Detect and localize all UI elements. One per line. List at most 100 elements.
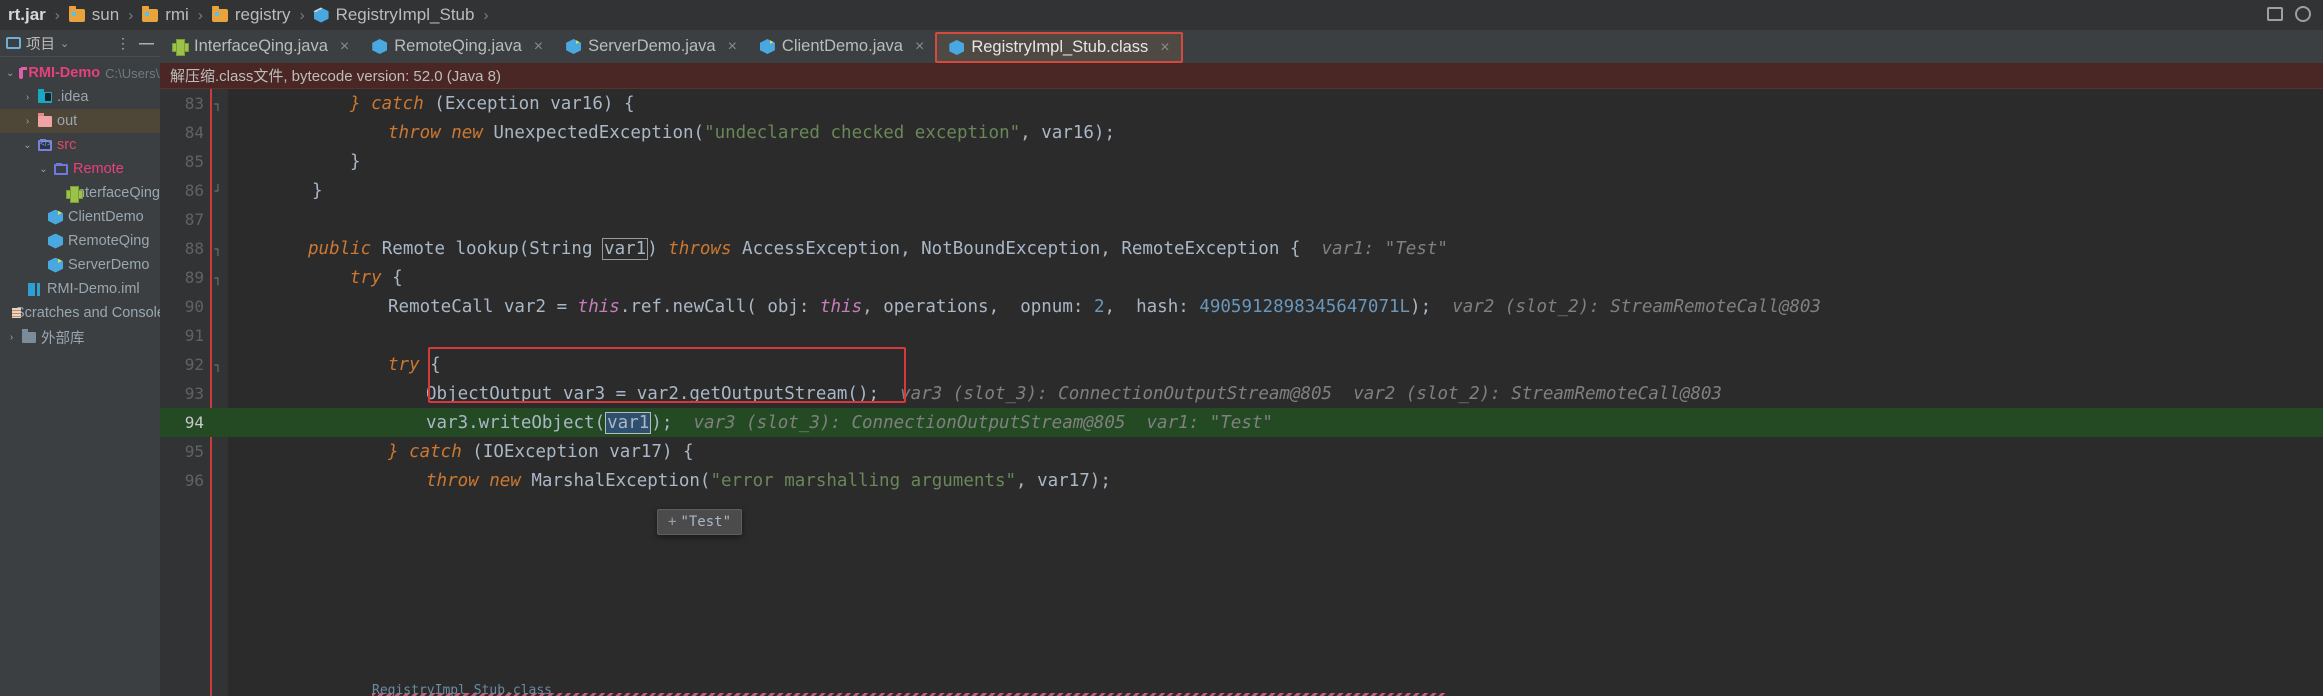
line-number: 96 [184, 471, 204, 490]
line-number: 87 [184, 210, 204, 229]
code-variable-boxed: var1 [602, 237, 649, 260]
line-number: 90 [184, 297, 204, 316]
tree-node-label: RMI-Demo [28, 65, 101, 81]
code-line: 91 [160, 321, 2323, 350]
gear-icon[interactable] [2295, 6, 2311, 22]
code-line: 96 throw new MarshalException("error mar… [160, 466, 2323, 495]
tree-node-src[interactable]: ⌄ src [0, 133, 160, 157]
debug-value-tooltip[interactable]: + "Test" [657, 509, 743, 535]
code-text: , var17); [1016, 470, 1111, 491]
code-variable-selected[interactable]: var1 [605, 411, 652, 434]
tree-node-label: ClientDemo [68, 209, 144, 225]
chevron-right-icon[interactable]: › [22, 116, 33, 127]
code-line: 84 throw new UnexpectedException("undecl… [160, 118, 2323, 147]
project-tree: ⌄ RMI-Demo C:\Users\Admin › .idea › out … [0, 57, 196, 349]
tab-serverdemo-java[interactable]: ServerDemo.java × [554, 30, 748, 63]
line-number: 86 [184, 181, 204, 200]
code-line: 83 ┐ } catch (Exception var16) { [160, 89, 2323, 118]
code-keyword: } catch [388, 441, 473, 462]
chevron-down-icon[interactable]: ⌄ [6, 68, 14, 79]
tree-node-serverdemo[interactable]: ServerDemo [0, 253, 160, 277]
fold-marker[interactable]: ┘ [210, 184, 226, 198]
tree-node-rmi-demo[interactable]: ⌄ RMI-Demo C:\Users\Admin [0, 61, 196, 85]
code-line: 90 RemoteCall var2 = this.ref.newCall( o… [160, 292, 2323, 321]
close-icon[interactable]: × [1160, 39, 1169, 57]
maximize-icon[interactable] [2267, 7, 2283, 21]
tab-label: ClientDemo.java [781, 37, 903, 55]
line-number: 84 [184, 123, 204, 142]
editor-tabs: InterfaceQing.java × RemoteQing.java × S… [160, 30, 2323, 63]
tree-node-idea[interactable]: › .idea [0, 85, 160, 109]
tree-node-interfaceqing[interactable]: InterfaceQing [0, 181, 160, 205]
breadcrumb-item-registryimpl-stub[interactable]: RegistryImpl_Stub [313, 5, 475, 25]
tab-label: RegistryImpl_Stub.class [971, 38, 1149, 56]
breadcrumb-separator: › [299, 6, 305, 24]
close-icon[interactable]: × [728, 38, 737, 56]
code-number: 4905912898345647071L [1199, 296, 1411, 317]
breadcrumb-item-registry[interactable]: registry [211, 5, 291, 25]
runnable-class-icon [48, 257, 63, 273]
tree-node-label: RMI-Demo.iml [47, 281, 140, 297]
folder-idea-icon [38, 88, 52, 103]
code-keyword: try [388, 354, 431, 375]
code-keyword: throws [668, 238, 743, 259]
breadcrumb-item-sun[interactable]: sun [68, 5, 120, 25]
tree-node-external-libraries[interactable]: › 外部库 [0, 325, 160, 349]
notification-text: 解压缩.class文件, bytecode version: 52.0 (Jav… [170, 68, 501, 85]
breadcrumb-item-rtjar[interactable]: rt.jar [8, 5, 46, 25]
folder-icon [68, 5, 85, 22]
tree-node-rmi-demo-iml[interactable]: RMI-Demo.iml [0, 277, 160, 301]
line-number: 91 [184, 326, 204, 345]
collapse-all-icon[interactable]: — [139, 35, 154, 52]
runnable-class-icon [759, 39, 775, 54]
more-options-icon[interactable]: ⋮ [116, 36, 130, 50]
fold-marker[interactable]: ┐ [210, 97, 226, 111]
code-text: { [430, 354, 441, 375]
interface-icon [66, 185, 83, 203]
close-icon[interactable]: × [915, 38, 924, 56]
breadcrumb-item-rmi[interactable]: rmi [142, 5, 189, 25]
close-icon[interactable]: × [340, 38, 349, 56]
breadcrumb-label: sun [91, 5, 120, 24]
folder-magenta-icon [19, 66, 28, 79]
debug-value-hint: var1: "Test" [1146, 412, 1273, 433]
chevron-down-icon[interactable]: ⌄ [60, 37, 69, 50]
code-keyword: public [308, 238, 382, 259]
fold-marker[interactable]: ┐ [210, 358, 226, 372]
tree-node-remote[interactable]: ⌄ Remote [0, 157, 160, 181]
chevron-right-icon[interactable]: › [6, 332, 17, 343]
tab-clientdemo-java[interactable]: ClientDemo.java × [748, 30, 935, 63]
tab-registryimpl-stub-class[interactable]: RegistryImpl_Stub.class × [935, 32, 1183, 63]
tree-node-out[interactable]: › out [0, 109, 160, 133]
tab-label: ServerDemo.java [588, 37, 716, 55]
fold-marker[interactable]: ┐ [210, 242, 226, 256]
chevron-down-icon[interactable]: ⌄ [22, 140, 33, 151]
code-line: 92 ┐ try { [160, 350, 2323, 379]
line-number: 92 [184, 355, 204, 374]
close-icon[interactable]: × [534, 38, 543, 56]
code-text: Remote lookup(String [381, 238, 604, 259]
iml-file-icon [28, 282, 42, 296]
breadcrumb-label: RegistryImpl_Stub [335, 5, 475, 24]
project-sidebar: 项目 ⌄ ⋮ — ⌄ RMI-Demo C:\Users\Admin › .id… [0, 30, 196, 696]
code-line: 86 ┘ } [160, 176, 2323, 205]
tab-remoteqing-java[interactable]: RemoteQing.java × [360, 30, 554, 63]
code-string: "undeclared checked exception" [704, 122, 1021, 143]
code-keyword: throw new [388, 122, 494, 143]
chevron-down-icon[interactable]: ⌄ [38, 164, 49, 175]
expand-icon[interactable]: + [668, 514, 676, 530]
tree-node-clientdemo[interactable]: ClientDemo [0, 205, 160, 229]
breadcrumb-separator: › [483, 6, 489, 24]
decompile-notification-banner: 解压缩.class文件, bytecode version: 52.0 (Jav… [160, 63, 2323, 89]
chevron-right-icon[interactable]: › [22, 92, 33, 103]
code-text: , var16); [1020, 122, 1115, 143]
code-text: AccessException, NotBoundException, Remo… [742, 238, 1301, 259]
line-number: 83 [184, 94, 204, 113]
fold-marker[interactable]: ┐ [210, 271, 226, 285]
tree-node-scratches[interactable]: Scratches and Consoles [0, 301, 172, 325]
code-editor[interactable]: 83 ┐ } catch (Exception var16) { 84 thro… [160, 89, 2323, 696]
code-line: 93 ObjectOutput var3 = var2.getOutputStr… [160, 379, 2323, 408]
tab-interfaceqing-java[interactable]: InterfaceQing.java × [160, 30, 360, 63]
tree-node-remoteqing[interactable]: RemoteQing [0, 229, 160, 253]
tree-node-label: InterfaceQing [72, 185, 160, 201]
